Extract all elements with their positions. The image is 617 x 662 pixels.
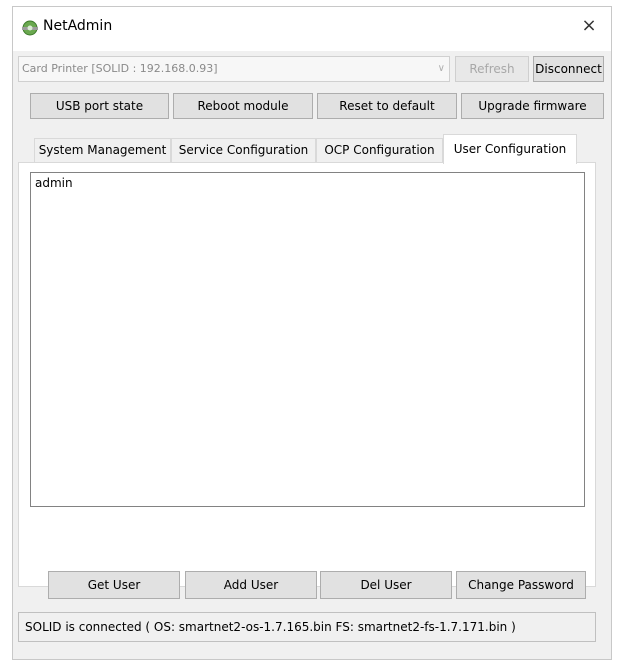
add-user-button[interactable]: Add User (185, 571, 317, 599)
reset-to-default-button[interactable]: Reset to default (317, 93, 457, 119)
chevron-down-icon[interactable]: ∨ (438, 57, 445, 81)
list-item[interactable]: admin (31, 173, 584, 193)
upgrade-firmware-button[interactable]: Upgrade firmware (461, 93, 604, 119)
reboot-module-button[interactable]: Reboot module (173, 93, 313, 119)
user-list[interactable]: admin (30, 172, 585, 507)
title-bar: NetAdmin × (13, 7, 611, 51)
tab-service-configuration[interactable]: Service Configuration (171, 138, 316, 162)
status-bar: SOLID is connected ( OS: smartnet2-os-1.… (18, 612, 596, 642)
window-title: NetAdmin (43, 18, 113, 34)
netadmin-app-icon (22, 20, 38, 36)
get-user-button[interactable]: Get User (48, 571, 180, 599)
change-password-button[interactable]: Change Password (456, 571, 586, 599)
refresh-button[interactable]: Refresh (455, 56, 529, 82)
device-select[interactable]: Card Printer [SOLID : 192.168.0.93] ∨ (18, 56, 450, 82)
tab-user-configuration[interactable]: User Configuration (443, 134, 577, 164)
status-text: SOLID is connected ( OS: smartnet2-os-1.… (25, 620, 516, 634)
tab-ocp-configuration[interactable]: OCP Configuration (316, 138, 443, 162)
usb-port-state-button[interactable]: USB port state (30, 93, 169, 119)
tab-system-management[interactable]: System Management (34, 138, 171, 162)
close-icon[interactable]: × (577, 14, 601, 38)
del-user-button[interactable]: Del User (320, 571, 452, 599)
disconnect-button[interactable]: Disconnect (533, 56, 604, 82)
device-select-value: Card Printer [SOLID : 192.168.0.93] (22, 62, 218, 75)
